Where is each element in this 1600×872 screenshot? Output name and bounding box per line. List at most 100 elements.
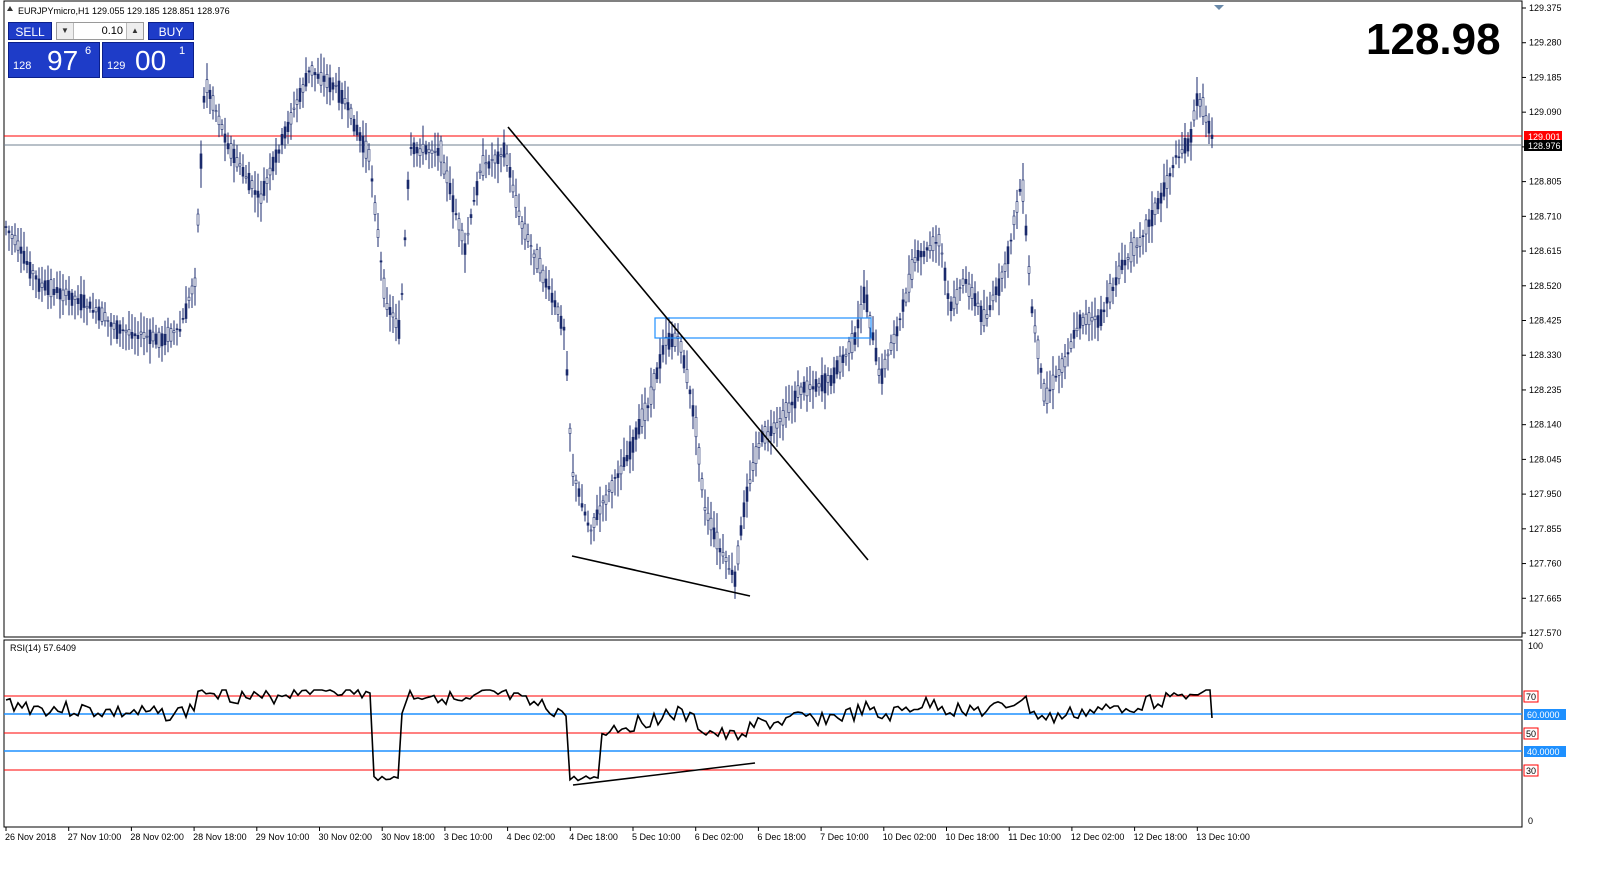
candle-body [967,283,971,297]
candle-body [526,234,530,242]
candle-body [685,369,689,384]
candle-body [190,285,194,295]
candle-body [880,368,884,384]
candle-body [247,172,251,191]
candle-body [118,324,122,334]
candle-body [235,157,239,168]
candle-body [277,149,281,154]
candle-body [547,285,551,290]
candle-body [121,329,125,332]
candle-body [409,147,413,150]
candle-body [355,124,359,136]
buy-button[interactable]: BUY [148,22,194,40]
candle-body [301,84,305,93]
candle-body [1069,341,1073,349]
candle-body [826,375,830,383]
candle-body [1153,202,1157,215]
candle-body [502,142,506,158]
time-axis-label: 11 Dec 10:00 [1008,832,1061,842]
candle-body [904,292,908,303]
candle-body [1177,156,1181,159]
lot-increase-icon[interactable]: ▲ [126,23,143,39]
candle-body [418,148,422,157]
candle-body [514,195,518,208]
candle-body [655,367,659,380]
candle-body [796,385,800,398]
candle-body [616,473,620,478]
candle-body [580,503,584,508]
candle-body [187,296,191,301]
lot-decrease-icon[interactable]: ▼ [57,23,74,39]
candle-body [871,332,875,341]
candle-body [883,358,887,370]
candle-body [991,294,995,302]
candle-body [631,436,635,453]
candle-body [931,236,935,252]
candle-body [154,333,158,345]
candle-body [460,229,464,242]
candle-body [241,167,245,177]
candle-body [490,159,494,161]
candle-body [1081,317,1085,326]
candle-body [1159,192,1163,204]
sell-button[interactable]: SELL [8,22,52,40]
candle-body [463,243,467,255]
candle-body [589,529,593,532]
candle-body [1027,266,1031,274]
candle-body [289,112,293,125]
candle-body [865,294,869,313]
candle-body [172,330,176,334]
candle-body [649,386,653,405]
candle-body [1036,339,1040,360]
time-axis-label: 10 Dec 02:00 [883,832,937,842]
candle-body [1048,389,1052,392]
candle-body [16,240,20,251]
candle-body [892,333,896,344]
candle-body [220,124,224,130]
candle-body [256,190,260,198]
candle-body [724,557,728,563]
buy-price-box[interactable]: 129 00 1 [102,42,194,78]
sell-price-box[interactable]: 128 97 6 [8,42,100,78]
candle-body [643,402,647,421]
rsi-axis-100: 100 [1528,641,1543,651]
candle-body [604,494,608,505]
candle-body [142,332,146,339]
candle-body [76,298,80,305]
candle-body [844,353,848,357]
candle-body [1162,182,1166,197]
candle-body [79,294,83,311]
candle-body [1123,259,1127,266]
candle-body [400,293,404,295]
candle-body [808,384,812,390]
candle-body [775,422,779,429]
lot-size-value[interactable]: 0.10 [77,23,123,39]
candle-body [163,333,167,346]
candle-body [262,180,266,196]
candle-body [274,149,278,163]
candle-body [361,135,365,153]
candle-body [457,218,461,231]
candle-body [1090,317,1094,322]
candle-body [175,328,179,330]
candle-body [928,244,932,252]
candle-body [628,441,632,460]
candle-body [436,147,440,156]
lot-size-field[interactable]: ▼ 0.10 ▲ [56,22,144,40]
price-axis-label: 127.570 [1529,628,1562,638]
candle-body [268,167,272,176]
candle-body [424,145,428,155]
candle-body [403,237,407,241]
price-chart-area[interactable] [3,0,1523,638]
candle-body [25,261,29,265]
candle-body [859,303,863,319]
candle-body [973,293,977,307]
candle-body [979,305,983,322]
time-axis: 26 Nov 2018 27 Nov 10:00 28 Nov 02:00 28 No… [5,827,1250,842]
candle-body [319,72,323,86]
candle-body [370,178,374,182]
candle-body [1072,330,1076,339]
candle-body [970,287,974,299]
candle-body [61,289,65,302]
candle-body [1132,237,1136,256]
